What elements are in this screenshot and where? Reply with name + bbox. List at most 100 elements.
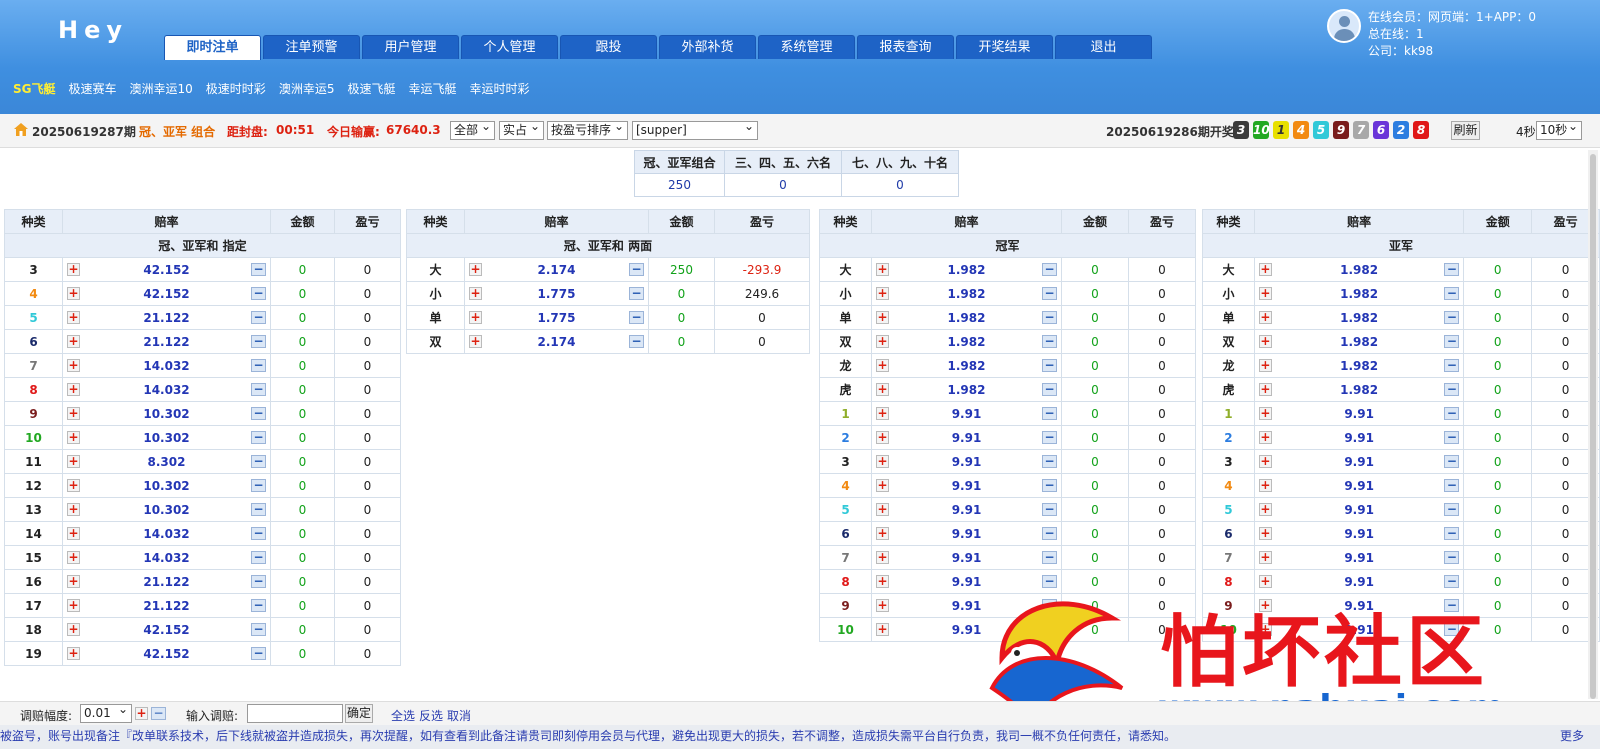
odds-minus-button[interactable]: − — [251, 455, 266, 468]
odds-plus-button[interactable]: + — [876, 431, 889, 444]
filter-select[interactable]: 全部 — [450, 119, 495, 140]
odds-plus-button[interactable]: + — [67, 287, 80, 300]
odds-minus-button[interactable]: − — [1042, 287, 1057, 300]
odds-minus-button[interactable]: − — [251, 599, 266, 612]
share-select[interactable]: 实占 — [499, 119, 544, 140]
odds-minus-button[interactable]: − — [1444, 431, 1460, 444]
odds-minus-button[interactable]: − — [1444, 527, 1460, 540]
odds-minus-button[interactable]: − — [251, 503, 266, 516]
odds-plus-button[interactable]: + — [67, 311, 80, 324]
game-tab[interactable]: 极速赛车 — [69, 80, 117, 97]
more-link[interactable]: 更多 — [1560, 725, 1584, 747]
odds-minus-button[interactable]: − — [1444, 503, 1460, 516]
vertical-scrollbar[interactable] — [1588, 150, 1598, 699]
odds-minus-button[interactable]: − — [629, 311, 644, 324]
odds-minus-button[interactable]: − — [251, 359, 266, 372]
adjust-input[interactable] — [247, 704, 343, 723]
odds-plus-button[interactable]: + — [876, 551, 889, 564]
cancel-select-link[interactable]: 取消 — [447, 707, 471, 724]
odds-minus-button[interactable]: − — [1042, 407, 1057, 420]
odds-plus-button[interactable]: + — [469, 311, 482, 324]
odds-minus-button[interactable]: − — [251, 575, 266, 588]
odds-plus-button[interactable]: + — [67, 575, 80, 588]
odds-minus-button[interactable]: − — [1042, 479, 1057, 492]
odds-plus-button[interactable]: + — [876, 527, 889, 540]
odds-minus-button[interactable]: − — [251, 431, 266, 444]
odds-minus-button[interactable]: − — [251, 263, 266, 276]
invert-select-link[interactable]: 反选 — [419, 707, 443, 724]
refresh-button[interactable]: 刷新 — [1451, 121, 1480, 140]
nav-tab[interactable]: 用户管理 — [362, 35, 459, 59]
odds-minus-button[interactable]: − — [1444, 263, 1460, 276]
nav-tab[interactable]: 报表查询 — [857, 35, 954, 59]
odds-minus-button[interactable]: − — [1042, 551, 1057, 564]
odds-plus-button[interactable]: + — [1258, 503, 1272, 516]
game-tab[interactable]: 澳洲幸运5 — [279, 80, 335, 97]
odds-minus-button[interactable]: − — [1042, 527, 1057, 540]
odds-minus-button[interactable]: − — [1444, 383, 1460, 396]
confirm-button[interactable]: 确定 — [345, 704, 373, 723]
odds-plus-button[interactable]: + — [1258, 287, 1272, 300]
select-all-link[interactable]: 全选 — [391, 707, 415, 724]
odds-minus-button[interactable]: − — [629, 335, 644, 348]
odds-plus-button[interactable]: + — [67, 335, 80, 348]
odds-plus-button[interactable]: + — [1258, 311, 1272, 324]
odds-plus-button[interactable]: + — [67, 503, 80, 516]
game-tab[interactable]: 澳洲幸运10 — [130, 80, 193, 97]
odds-minus-button[interactable]: − — [251, 407, 266, 420]
odds-minus-button[interactable]: − — [251, 647, 266, 660]
odds-plus-button[interactable]: + — [876, 479, 889, 492]
odds-plus-button[interactable]: + — [876, 311, 889, 324]
odds-minus-button[interactable]: − — [1042, 263, 1057, 276]
adjust-select[interactable]: 0.01 — [80, 702, 132, 723]
odds-minus-button[interactable]: − — [1444, 575, 1460, 588]
odds-plus-button[interactable]: + — [1258, 359, 1272, 372]
odds-plus-button[interactable]: + — [1258, 455, 1272, 468]
odds-plus-button[interactable]: + — [876, 575, 889, 588]
sort-select[interactable]: 按盈亏排序 — [547, 119, 628, 140]
odds-minus-button[interactable]: − — [251, 479, 266, 492]
nav-tab[interactable]: 开奖结果 — [956, 35, 1053, 59]
odds-plus-button[interactable]: + — [876, 623, 889, 636]
odds-plus-button[interactable]: + — [1258, 479, 1272, 492]
odds-plus-button[interactable]: + — [1258, 551, 1272, 564]
odds-plus-button[interactable]: + — [876, 503, 889, 516]
odds-plus-button[interactable]: + — [67, 599, 80, 612]
odds-minus-button[interactable]: − — [1042, 335, 1057, 348]
home-icon[interactable] — [14, 123, 28, 136]
odds-plus-button[interactable]: + — [876, 407, 889, 420]
odds-minus-button[interactable]: − — [1042, 383, 1057, 396]
odds-minus-button[interactable]: − — [251, 383, 266, 396]
odds-plus-button[interactable]: + — [67, 527, 80, 540]
game-tab[interactable]: 极速飞艇 — [347, 80, 395, 97]
odds-minus-button[interactable]: − — [1042, 431, 1057, 444]
odds-plus-button[interactable]: + — [67, 647, 80, 660]
odds-plus-button[interactable]: + — [1258, 527, 1272, 540]
odds-minus-button[interactable]: − — [1444, 551, 1460, 564]
odds-minus-button[interactable]: − — [251, 335, 266, 348]
odds-plus-button[interactable]: + — [876, 455, 889, 468]
odds-plus-button[interactable]: + — [876, 287, 889, 300]
odds-minus-button[interactable]: − — [1042, 455, 1057, 468]
adjust-minus-button[interactable]: − — [151, 707, 166, 720]
odds-plus-button[interactable]: + — [1258, 575, 1272, 588]
odds-plus-button[interactable]: + — [469, 263, 482, 276]
nav-tab[interactable]: 注单预警 — [263, 35, 360, 59]
odds-plus-button[interactable]: + — [67, 455, 80, 468]
odds-plus-button[interactable]: + — [876, 383, 889, 396]
odds-minus-button[interactable]: − — [1444, 359, 1460, 372]
odds-plus-button[interactable]: + — [67, 479, 80, 492]
odds-minus-button[interactable]: − — [1042, 311, 1057, 324]
odds-minus-button[interactable]: − — [1444, 407, 1460, 420]
nav-tab[interactable]: 跟投 — [560, 35, 657, 59]
nav-tab[interactable]: 即时注单 — [164, 35, 261, 60]
nav-tab[interactable]: 个人管理 — [461, 35, 558, 59]
odds-plus-button[interactable]: + — [876, 335, 889, 348]
odds-minus-button[interactable]: − — [1444, 287, 1460, 300]
odds-plus-button[interactable]: + — [67, 551, 80, 564]
odds-plus-button[interactable]: + — [67, 359, 80, 372]
odds-plus-button[interactable]: + — [67, 263, 80, 276]
odds-plus-button[interactable]: + — [1258, 407, 1272, 420]
odds-plus-button[interactable]: + — [1258, 335, 1272, 348]
odds-plus-button[interactable]: + — [876, 359, 889, 372]
